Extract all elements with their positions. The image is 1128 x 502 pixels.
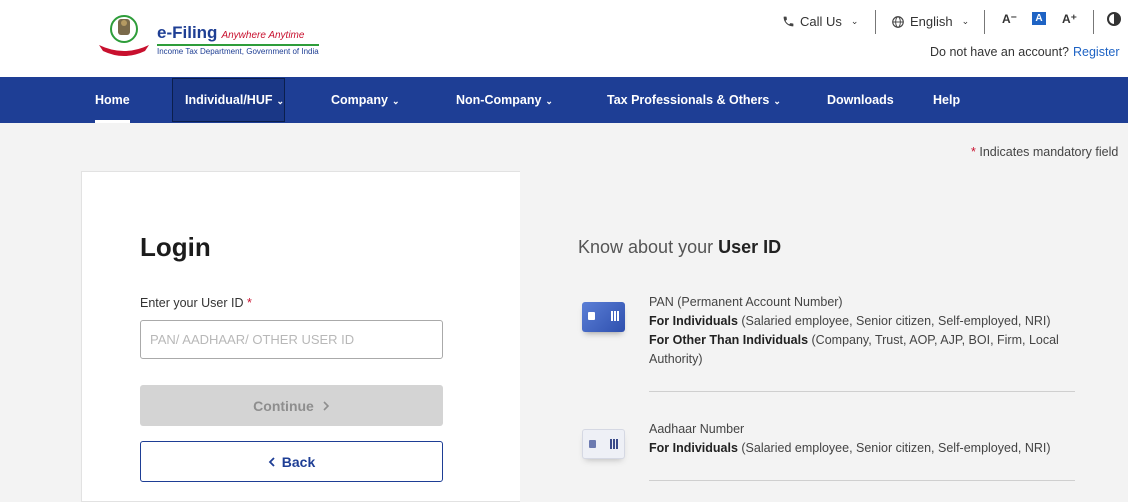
- pan-other-bold: For Other Than Individuals: [649, 333, 809, 347]
- chevron-right-icon: [323, 400, 329, 411]
- back-button[interactable]: Back: [140, 441, 443, 482]
- know-heading: Know about your User ID: [578, 237, 781, 258]
- nav-help-label: Help: [933, 93, 961, 107]
- call-us-dropdown[interactable]: Call Us ⌄: [782, 14, 858, 29]
- globe-icon: [892, 15, 904, 28]
- logo-brand: e-Filing: [157, 23, 218, 42]
- font-increase-button[interactable]: A⁺: [1062, 12, 1077, 26]
- no-account-label: Do not have an account?: [930, 45, 1069, 59]
- nav-non-company[interactable]: Non-Company ⌄: [456, 77, 553, 123]
- pan-card-icon: [582, 302, 625, 332]
- language-label: English: [910, 14, 953, 29]
- pan-individuals-bold: For Individuals: [649, 314, 738, 328]
- required-star: *: [971, 145, 976, 159]
- login-title: Login: [140, 232, 211, 262]
- language-dropdown[interactable]: English ⌄: [891, 14, 969, 29]
- logo-subtitle: Income Tax Department, Government of Ind…: [157, 44, 319, 56]
- aadhaar-individuals-bold: For Individuals: [649, 441, 738, 455]
- know-heading-strong: User ID: [718, 237, 782, 257]
- userid-label: Enter your User ID *: [140, 296, 252, 310]
- divider: [649, 391, 1075, 392]
- phone-icon: [783, 16, 794, 27]
- nav-tax-professionals[interactable]: Tax Professionals & Others ⌄: [607, 77, 781, 123]
- login-panel: Login Enter your User ID * Continue Back: [81, 171, 521, 502]
- nav-help[interactable]: Help: [933, 77, 960, 123]
- divider: [1093, 10, 1094, 34]
- emblem-logo-icon: [99, 15, 149, 56]
- pan-individuals: For Individuals (Salaried employee, Seni…: [649, 312, 1079, 331]
- userid-label-text: Enter your User ID: [140, 296, 244, 310]
- chevron-down-icon: ⌄: [961, 16, 970, 26]
- nav-downloads[interactable]: Downloads: [827, 77, 894, 123]
- chevron-down-icon: ⌄: [773, 96, 781, 106]
- pan-individuals-text: (Salaried employee, Senior citizen, Self…: [737, 314, 1051, 328]
- call-us-label: Call Us: [800, 14, 842, 29]
- nav-home[interactable]: Home: [95, 77, 130, 123]
- pan-info: PAN (Permanent Account Number) For Indiv…: [649, 293, 1079, 369]
- mandatory-note: * Indicates mandatory field: [971, 145, 1118, 159]
- continue-button[interactable]: Continue: [140, 385, 443, 426]
- chevron-down-icon: ⌄: [276, 96, 285, 106]
- nav-company[interactable]: Company ⌄: [331, 77, 400, 123]
- font-normal-button[interactable]: A: [1032, 12, 1046, 25]
- efiling-logo[interactable]: e-Filing Anywhere Anytime Income Tax Depa…: [95, 13, 319, 59]
- continue-label: Continue: [253, 397, 314, 414]
- userid-info-panel: Know about your User ID PAN (Permanent Ac…: [520, 171, 1128, 502]
- nav-individual-huf[interactable]: Individual/HUF ⌄: [172, 78, 285, 122]
- pan-title: PAN (Permanent Account Number): [649, 295, 843, 309]
- chevron-down-icon: ⌄: [850, 16, 859, 26]
- aadhaar-card-icon: [582, 429, 625, 459]
- top-header: e-Filing Anywhere Anytime Income Tax Depa…: [0, 0, 1128, 77]
- pan-other: For Other Than Individuals (Company, Tru…: [649, 331, 1079, 369]
- no-account-text: Do not have an account? Register: [930, 45, 1120, 59]
- aadhaar-individuals-text: (Salaried employee, Senior citizen, Self…: [737, 441, 1051, 455]
- divider: [649, 480, 1075, 481]
- know-heading-text: Know about your: [578, 237, 714, 257]
- contrast-icon[interactable]: [1107, 12, 1121, 26]
- chevron-left-icon: [268, 456, 275, 467]
- mandatory-note-text: Indicates mandatory field: [979, 145, 1119, 159]
- back-label: Back: [281, 453, 316, 470]
- aadhaar-title: Aadhaar Number: [649, 422, 745, 436]
- logo-tagline: Anywhere Anytime: [221, 30, 305, 41]
- font-decrease-button[interactable]: A⁻: [1002, 12, 1017, 26]
- aadhaar-individuals: For Individuals (Salaried employee, Seni…: [649, 439, 1079, 458]
- nav-non-company-label: Non-Company: [456, 93, 542, 107]
- chevron-down-icon: ⌄: [545, 96, 553, 106]
- required-star: *: [247, 296, 252, 310]
- nav-company-label: Company: [331, 93, 388, 107]
- divider: [875, 10, 876, 34]
- nav-tax-professionals-label: Tax Professionals & Others: [607, 93, 770, 107]
- nav-downloads-label: Downloads: [827, 93, 894, 107]
- nav-home-label: Home: [95, 93, 130, 107]
- register-link[interactable]: Register: [1073, 45, 1120, 59]
- main-nav: Home Individual/HUF ⌄ Company ⌄ Non-Compan…: [0, 77, 1128, 123]
- userid-input[interactable]: [140, 320, 443, 359]
- aadhaar-info: Aadhaar Number For Individuals (Salaried…: [649, 420, 1079, 458]
- chevron-down-icon: ⌄: [391, 96, 400, 106]
- divider: [984, 10, 985, 34]
- nav-individual-label: Individual/HUF: [185, 93, 273, 107]
